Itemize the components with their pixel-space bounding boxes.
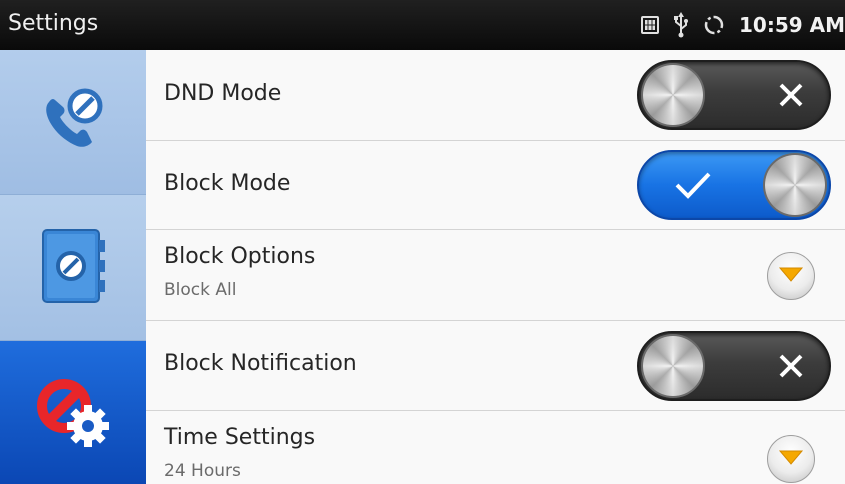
setting-value: Block All (164, 280, 237, 300)
setting-row-dnd-mode[interactable]: DND Mode (146, 50, 845, 141)
close-icon (771, 333, 811, 399)
setting-row-block-options[interactable]: Block Options Block All (146, 230, 845, 321)
block-notification-toggle[interactable] (637, 331, 831, 401)
status-icons: 10:59 AM (640, 0, 845, 50)
app-title: Settings (8, 11, 99, 36)
chevron-down-icon (778, 448, 804, 470)
time-settings-dropdown[interactable] (767, 435, 815, 483)
settings-list: DND Mode Block Mode Block Options Block … (146, 50, 845, 484)
setting-label: DND Mode (164, 81, 282, 106)
setting-row-block-notification[interactable]: Block Notification (146, 321, 845, 411)
phone-block-icon (35, 82, 111, 162)
toggle-knob (641, 334, 705, 398)
setting-label: Block Mode (164, 171, 291, 196)
block-settings-gear-icon (28, 366, 118, 460)
checkmark-icon (665, 152, 721, 218)
sidebar-tab-block-settings[interactable] (0, 341, 146, 484)
usb-icon (673, 12, 689, 38)
chevron-down-icon (778, 265, 804, 287)
sim-card-icon (640, 15, 659, 35)
setting-row-block-mode[interactable]: Block Mode (146, 141, 845, 230)
block-options-dropdown[interactable] (767, 252, 815, 300)
setting-label: Time Settings (164, 425, 316, 450)
setting-label: Block Options (164, 244, 316, 269)
setting-row-time-settings[interactable]: Time Settings 24 Hours (146, 411, 845, 484)
sync-icon (703, 14, 725, 36)
status-bar: Settings 10:59 AM (0, 0, 845, 50)
toggle-knob (763, 153, 827, 217)
close-icon (771, 62, 811, 128)
sidebar (0, 50, 146, 484)
sidebar-tab-contacts[interactable] (0, 195, 146, 341)
dnd-mode-toggle[interactable] (637, 60, 831, 130)
toggle-knob (641, 63, 705, 127)
clock: 10:59 AM (738, 13, 845, 37)
block-mode-toggle[interactable] (637, 150, 831, 220)
sidebar-tab-calls[interactable] (0, 50, 146, 195)
setting-value: 24 Hours (164, 461, 241, 481)
setting-label: Block Notification (164, 351, 357, 376)
blocked-contacts-icon (33, 226, 113, 310)
